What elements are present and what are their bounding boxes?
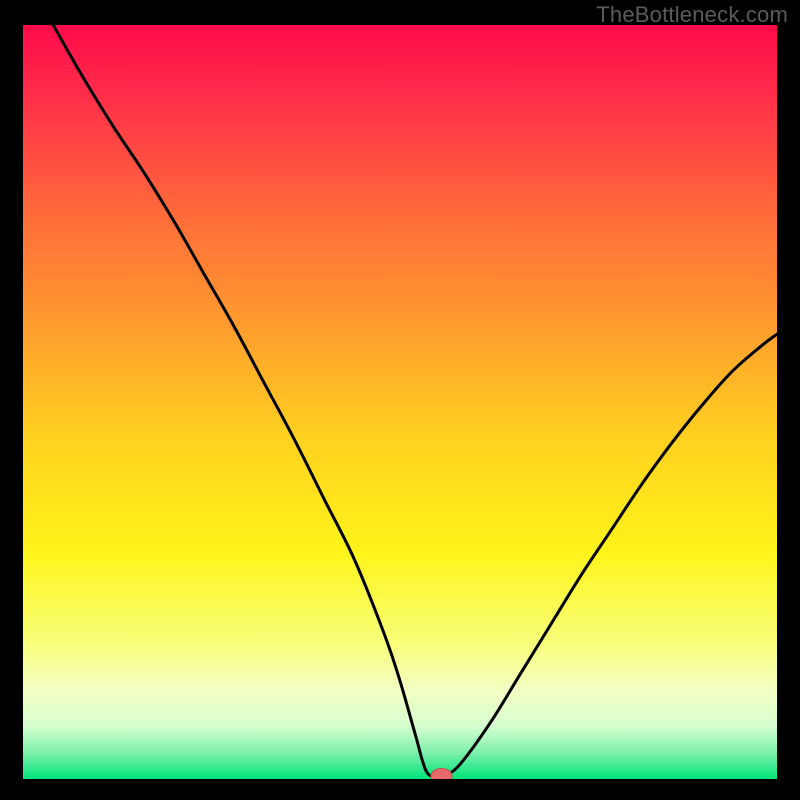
plot-area	[23, 25, 777, 779]
optimum-marker	[431, 768, 452, 779]
plot-svg	[23, 25, 777, 779]
chart-frame: TheBottleneck.com	[0, 0, 800, 800]
gradient-background	[23, 25, 777, 779]
